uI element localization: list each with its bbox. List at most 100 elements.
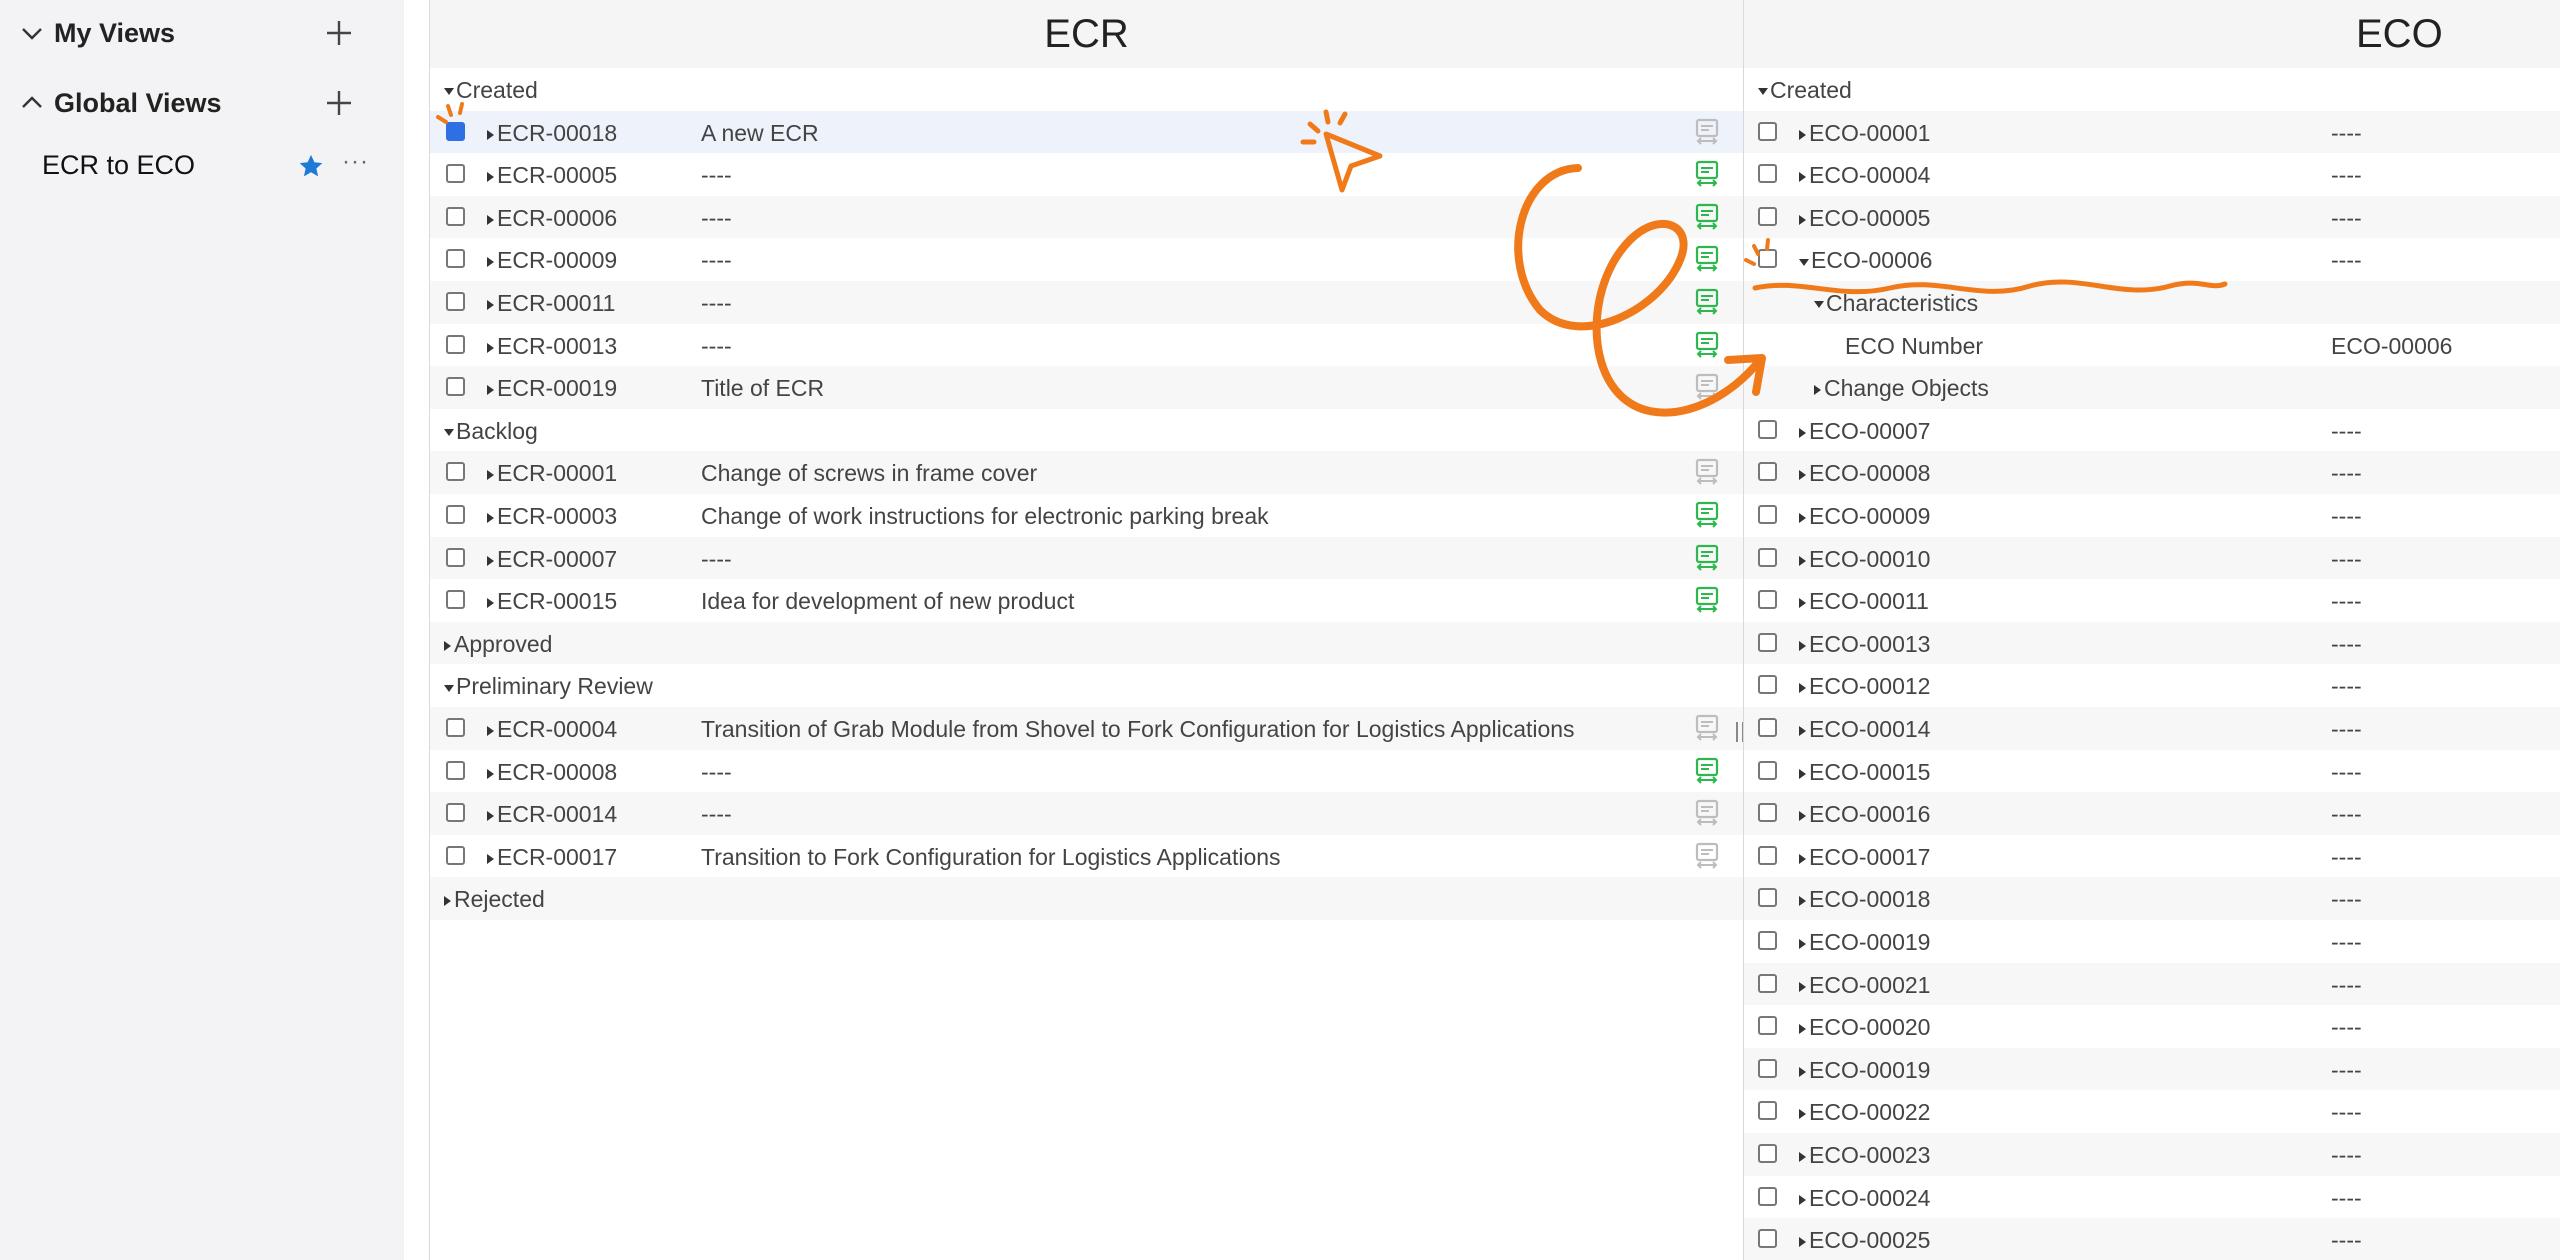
eco-id[interactable]: ECO-00020 <box>1799 1014 1930 1041</box>
ecr-id[interactable]: ECR-00005 <box>487 162 617 189</box>
ecr-id[interactable]: ECR-00007 <box>487 546 617 573</box>
group-row[interactable]: Preliminary Review <box>430 664 1743 707</box>
row-checkbox[interactable] <box>1758 973 1777 993</box>
row-checkbox[interactable] <box>1758 1144 1777 1163</box>
row-checkbox[interactable] <box>446 718 465 737</box>
caret-right-icon[interactable] <box>1799 470 1806 481</box>
row-checkbox[interactable] <box>1758 760 1777 780</box>
convert-to-eco-icon[interactable] <box>1694 118 1720 146</box>
eco-id[interactable]: ECO-00023 <box>1799 1142 1930 1169</box>
row-checkbox[interactable] <box>446 377 465 397</box>
convert-to-eco-icon[interactable] <box>1694 160 1720 188</box>
caret-down-icon[interactable] <box>1814 301 1824 309</box>
ecr-id[interactable]: ECR-00001 <box>487 460 617 487</box>
caret-right-icon[interactable] <box>1799 598 1806 609</box>
row-checkbox[interactable] <box>1758 845 1777 865</box>
eco-id[interactable]: ECO-00011 <box>1799 588 1929 615</box>
subgroup-header[interactable]: Change Objects <box>1814 375 1989 402</box>
caret-right-icon[interactable] <box>1799 129 1806 140</box>
row-checkbox[interactable] <box>446 845 465 865</box>
row-checkbox[interactable] <box>446 803 465 823</box>
group-header[interactable]: Created <box>1758 77 1852 104</box>
table-row[interactable]: ECO-00012 ---- <box>1744 664 2560 707</box>
row-checkbox[interactable] <box>1758 718 1777 737</box>
convert-to-eco-icon[interactable] <box>1694 586 1720 614</box>
table-row[interactable]: ECO-00018 ---- <box>1744 877 2560 920</box>
caret-right-icon[interactable] <box>487 768 494 779</box>
table-row[interactable]: ECO-00015 ---- <box>1744 750 2560 793</box>
convert-to-eco-icon[interactable] <box>1694 245 1720 273</box>
global-views-header[interactable]: Global Views <box>0 83 404 123</box>
table-row[interactable]: ECO-00013 ---- <box>1744 621 2560 665</box>
ecr-id[interactable]: ECR-00011 <box>487 290 615 317</box>
table-row[interactable]: ECO-00022 ---- <box>1744 1090 2560 1133</box>
caret-right-icon[interactable] <box>1799 214 1806 225</box>
table-row[interactable]: ECR-00014 ---- <box>430 792 1743 835</box>
table-row[interactable]: ECR-00015 Idea for development of new pro… <box>430 579 1743 622</box>
table-row[interactable]: ECR-00008 ---- <box>430 750 1743 793</box>
table-row[interactable]: ECO-00014 ---- <box>1744 707 2560 750</box>
group-row[interactable]: Created <box>430 68 1743 111</box>
table-row[interactable]: ECO-00001 ---- <box>1744 110 2560 154</box>
table-row[interactable]: ECO-00011 ---- <box>1744 579 2560 622</box>
caret-right-icon[interactable] <box>1799 427 1806 438</box>
caret-right-icon[interactable] <box>1799 1066 1806 1077</box>
table-row[interactable]: ECO-00023 ---- <box>1744 1133 2560 1176</box>
row-checkbox[interactable] <box>446 292 465 311</box>
caret-right-icon[interactable] <box>1799 1024 1806 1035</box>
eco-id[interactable]: ECO-00019 <box>1799 929 1930 956</box>
row-checkbox[interactable] <box>1758 206 1777 226</box>
table-row[interactable]: ECR-00011 ---- <box>430 281 1743 324</box>
caret-down-icon[interactable] <box>1799 258 1809 266</box>
ecr-id[interactable]: ECR-00004 <box>487 716 617 743</box>
group-row[interactable]: Rejected <box>430 877 1743 920</box>
table-row[interactable]: ECO-00010 ---- <box>1744 536 2560 580</box>
table-row[interactable]: ECO-00005 ---- <box>1744 195 2560 239</box>
group-row[interactable]: Backlog <box>430 409 1743 452</box>
group-header[interactable]: Approved <box>444 631 552 658</box>
table-row[interactable]: ECR-00001 Change of screws in frame cover <box>430 451 1743 494</box>
caret-right-icon[interactable] <box>487 129 494 140</box>
row-checkbox[interactable] <box>1758 803 1777 823</box>
row-checkbox[interactable] <box>446 462 465 482</box>
eco-id[interactable]: ECO-00004 <box>1799 162 1930 189</box>
row-checkbox[interactable] <box>446 547 465 567</box>
caret-down-icon[interactable] <box>444 684 454 692</box>
caret-right-icon[interactable] <box>1799 1237 1806 1248</box>
caret-right-icon[interactable] <box>1799 853 1806 864</box>
row-checkbox[interactable] <box>1758 590 1777 610</box>
convert-to-eco-icon[interactable] <box>1694 714 1720 742</box>
table-row[interactable]: ECR-00009 ---- <box>430 238 1743 281</box>
convert-to-eco-icon[interactable] <box>1694 373 1720 401</box>
convert-to-eco-icon[interactable] <box>1694 288 1720 316</box>
caret-right-icon[interactable] <box>487 598 494 609</box>
ecr-id[interactable]: ECR-00015 <box>487 588 617 615</box>
table-row[interactable]: ECR-00013 ---- <box>430 324 1743 367</box>
row-checkbox[interactable] <box>1758 888 1777 908</box>
eco-id[interactable]: ECO-00008 <box>1799 460 1930 487</box>
caret-down-icon[interactable] <box>444 88 454 96</box>
eco-id[interactable]: ECO-00005 <box>1799 205 1930 232</box>
ecr-id[interactable]: ECR-00013 <box>487 333 617 360</box>
caret-right-icon[interactable] <box>487 299 494 310</box>
caret-right-icon[interactable] <box>487 257 494 268</box>
my-views-header[interactable]: My Views <box>0 13 404 53</box>
table-row[interactable]: ECO-00025 ---- <box>1744 1218 2560 1260</box>
table-row[interactable]: ECO-00017 ---- <box>1744 835 2560 878</box>
eco-id[interactable]: ECO-00019 <box>1799 1057 1930 1084</box>
table-row[interactable]: ECR-00004 Transition of Grab Module from … <box>430 707 1743 750</box>
row-checkbox[interactable] <box>1758 121 1777 141</box>
eco-id[interactable]: ECO-00012 <box>1799 673 1930 700</box>
eco-id[interactable]: ECO-00009 <box>1799 503 1930 530</box>
row-checkbox[interactable] <box>1758 1016 1777 1036</box>
group-header[interactable]: Created <box>444 77 538 104</box>
row-checkbox[interactable] <box>1758 632 1777 652</box>
row-checkbox[interactable] <box>1758 1186 1777 1206</box>
caret-right-icon[interactable] <box>1799 1151 1806 1162</box>
eco-id[interactable]: ECO-00015 <box>1799 759 1930 786</box>
row-checkbox[interactable] <box>446 164 465 184</box>
table-row[interactable]: ECR-00003 Change of work instructions for… <box>430 494 1743 537</box>
row-checkbox[interactable] <box>1758 249 1777 269</box>
caret-right-icon[interactable] <box>1799 725 1806 736</box>
caret-right-icon[interactable] <box>1799 1109 1806 1120</box>
